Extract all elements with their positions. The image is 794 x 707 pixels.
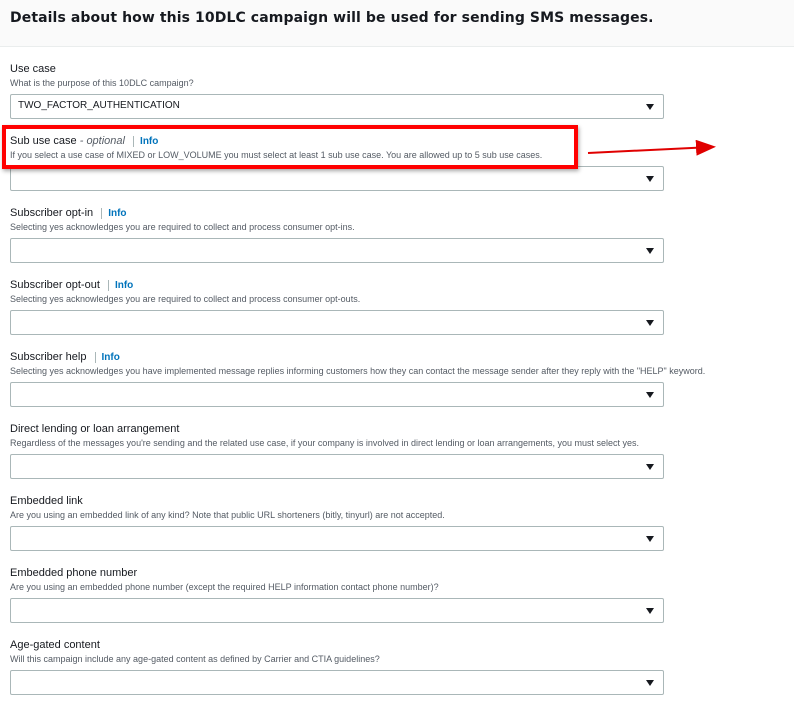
caret-down-icon — [646, 104, 654, 110]
field-label: Direct lending or loan arrangement — [10, 423, 180, 435]
field-label: Use case — [10, 63, 56, 75]
field-subscriber-opt-out: Subscriber opt-out Info Selecting yes ac… — [10, 278, 664, 335]
field-label-row: Subscriber opt-out Info — [10, 278, 664, 292]
optional-tag: - optional — [79, 135, 125, 147]
field-description: Selecting yes acknowledges you are requi… — [10, 222, 355, 232]
info-link[interactable]: Info — [94, 352, 120, 363]
field-subscriber-help: Subscriber help Info Selecting yes ackno… — [10, 350, 706, 407]
field-embedded-link: Embedded link Are you using an embedded … — [10, 494, 664, 551]
caret-down-icon — [646, 680, 654, 686]
field-label-row: Subscriber help Info — [10, 350, 664, 364]
section-header: Details about how this 10DLC campaign wi… — [0, 0, 794, 47]
field-description: If you select a use case of MIXED or LOW… — [10, 150, 543, 160]
field-description: Selecting yes acknowledges you have impl… — [10, 366, 706, 376]
caret-down-icon — [646, 320, 654, 326]
info-link[interactable]: Info — [101, 208, 127, 219]
caret-down-icon — [646, 464, 654, 470]
field-label: Age-gated content — [10, 639, 100, 651]
field-label-row: Subscriber opt-in Info — [10, 206, 664, 220]
age-gated-content-select[interactable] — [10, 670, 664, 695]
section-title: Details about how this 10DLC campaign wi… — [10, 10, 654, 26]
info-link[interactable]: Info — [133, 136, 159, 147]
embedded-link-select[interactable] — [10, 526, 664, 551]
subscriber-opt-in-select[interactable] — [10, 238, 664, 263]
direct-lending-select[interactable] — [10, 454, 664, 479]
sub-use-case-select[interactable] — [10, 166, 664, 191]
field-label-row: Age-gated content — [10, 638, 664, 652]
select-value: TWO_FACTOR_AUTHENTICATION — [18, 100, 180, 111]
embedded-phone-number-select[interactable] — [10, 598, 664, 623]
info-link[interactable]: Info — [107, 280, 134, 291]
field-label-row: Use case — [10, 62, 664, 76]
field-label-row: Sub use case - optional Info — [10, 134, 664, 148]
field-description: Regardless of the messages you're sendin… — [10, 438, 640, 448]
field-age-gated-content: Age-gated content Will this campaign inc… — [10, 638, 664, 695]
field-label-row: Embedded link — [10, 494, 664, 508]
field-description: What is the purpose of this 10DLC campai… — [10, 78, 194, 88]
field-label: Subscriber opt-out — [10, 279, 100, 291]
caret-down-icon — [646, 392, 654, 398]
field-label: Subscriber help — [10, 351, 87, 363]
field-description: Will this campaign include any age-gated… — [10, 654, 380, 664]
field-label: Sub use case — [10, 135, 77, 147]
field-use-case: Use case What is the purpose of this 10D… — [10, 62, 664, 119]
field-label: Embedded link — [10, 495, 83, 507]
field-description: Selecting yes acknowledges you are requi… — [10, 294, 361, 304]
caret-down-icon — [646, 176, 654, 182]
field-label: Embedded phone number — [10, 567, 138, 579]
caret-down-icon — [646, 608, 654, 614]
field-label-row: Embedded phone number — [10, 566, 664, 580]
caret-down-icon — [646, 248, 654, 254]
caret-down-icon — [646, 536, 654, 542]
field-sub-use-case: Sub use case - optional Info If you sele… — [10, 134, 664, 191]
field-direct-lending: Direct lending or loan arrangement Regar… — [10, 422, 664, 479]
field-description: Are you using an embedded phone number (… — [10, 582, 439, 592]
use-case-select[interactable]: TWO_FACTOR_AUTHENTICATION — [10, 94, 664, 119]
field-label-row: Direct lending or loan arrangement — [10, 422, 664, 436]
field-subscriber-opt-in: Subscriber opt-in Info Selecting yes ack… — [10, 206, 664, 263]
subscriber-help-select[interactable] — [10, 382, 664, 407]
field-description: Are you using an embedded link of any ki… — [10, 510, 445, 520]
subscriber-opt-out-select[interactable] — [10, 310, 664, 335]
field-embedded-phone-number: Embedded phone number Are you using an e… — [10, 566, 664, 623]
field-label: Subscriber opt-in — [10, 207, 94, 219]
